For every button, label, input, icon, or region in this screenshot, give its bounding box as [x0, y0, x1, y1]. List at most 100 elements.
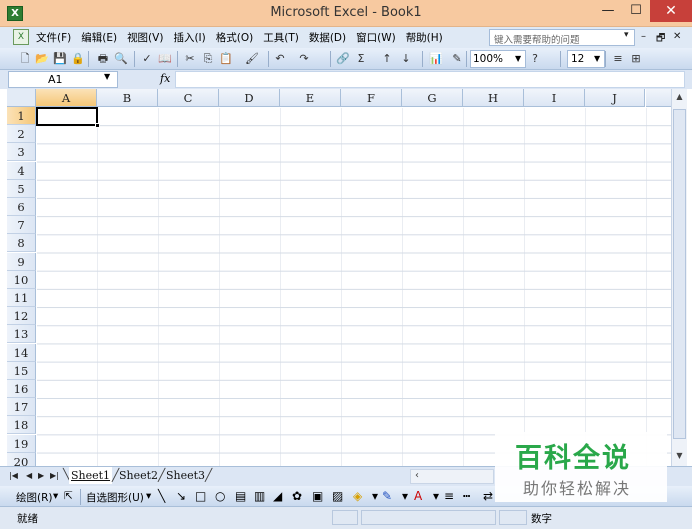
menu-item[interactable]: 文件(F) [36, 30, 71, 45]
open-icon[interactable]: 📂 [34, 51, 50, 67]
merge-icon[interactable]: ⊞ [628, 51, 644, 67]
row-header[interactable]: 7 [7, 216, 36, 235]
line-style-icon[interactable]: ≡ [444, 489, 454, 503]
diagram-icon[interactable]: ✿ [292, 489, 302, 503]
chevron-down-icon[interactable]: ▾ [402, 489, 408, 503]
scroll-up-icon[interactable]: ▲ [672, 92, 687, 106]
horizontal-scrollbar[interactable]: ‹ [410, 469, 494, 484]
permission-icon[interactable]: 🔒 [70, 51, 86, 67]
row-header[interactable]: 1 [7, 107, 36, 125]
menu-item[interactable]: 窗口(W) [356, 30, 396, 45]
help-dropdown-icon[interactable]: ▾ [624, 30, 629, 40]
doc-restore-icon[interactable]: 🗗 [656, 31, 665, 48]
scroll-thumb[interactable] [673, 109, 686, 439]
row-header[interactable]: 17 [7, 398, 36, 417]
select-objects-icon[interactable]: ⇱ [64, 490, 73, 502]
row-header[interactable]: 14 [7, 343, 36, 362]
column-header[interactable]: F [341, 89, 402, 107]
tab-sheet3[interactable]: Sheet3 [166, 467, 205, 484]
row-header[interactable]: 19 [7, 434, 36, 453]
vertical-scrollbar[interactable]: ▲ ▼ [671, 89, 687, 466]
cut-icon[interactable]: ✂ [182, 51, 198, 67]
chevron-down-icon[interactable]: ▾ [433, 489, 439, 503]
menu-item[interactable]: 数据(D) [309, 30, 346, 45]
drawing-icon[interactable]: ✎ [449, 51, 465, 67]
arrow-icon[interactable]: ↘ [176, 489, 186, 503]
minimize-button[interactable]: — [594, 0, 622, 22]
chevron-down-icon[interactable]: ▾ [146, 490, 151, 502]
menu-item[interactable]: 工具(T) [263, 30, 299, 45]
row-header[interactable]: 2 [7, 125, 36, 144]
undo-icon[interactable]: ↶ [272, 51, 288, 67]
select-all-corner[interactable] [7, 89, 36, 107]
redo-icon[interactable]: ↷ [296, 51, 312, 67]
column-header[interactable]: B [97, 89, 158, 107]
font-size-select[interactable]: 12 ▼ [567, 50, 605, 68]
menu-item[interactable]: 格式(O) [216, 30, 253, 45]
row-header[interactable]: 4 [7, 161, 36, 180]
oval-icon[interactable]: ○ [215, 489, 225, 503]
chevron-down-icon[interactable]: ▾ [372, 489, 378, 503]
worksheet-grid[interactable]: ABCDEFGHIJ 1 2 3 4 5 6 7 8 9 10 11 12 13 14 15 16 17 18 19… [7, 89, 671, 466]
row-header[interactable]: 3 [7, 143, 36, 162]
row-header[interactable]: 15 [7, 361, 36, 380]
workbook-icon[interactable]: X [13, 29, 29, 45]
tab-sheet1[interactable]: Sheet1 [69, 467, 113, 484]
line-icon[interactable]: ╲ [158, 489, 165, 503]
arrow-style-icon[interactable]: ⇄ [483, 489, 493, 503]
format-painter-icon[interactable]: 🖌 [244, 51, 260, 67]
new-icon[interactable]: 🗋 [17, 51, 33, 67]
wordart-icon[interactable]: ◢ [273, 489, 282, 503]
print-preview-icon[interactable]: 🔍 [113, 51, 129, 67]
scroll-down-icon[interactable]: ▼ [672, 451, 687, 465]
scroll-left-icon[interactable]: ‹ [415, 470, 419, 481]
row-header[interactable]: 11 [7, 289, 36, 307]
menu-item[interactable]: 帮助(H) [406, 30, 443, 45]
column-header[interactable]: H [463, 89, 524, 107]
chevron-down-icon[interactable]: ▼ [594, 51, 603, 67]
fill-handle[interactable] [95, 123, 100, 128]
print-icon[interactable]: 🖶 [95, 51, 111, 67]
sort-ascending-icon[interactable]: ↑ [379, 51, 395, 67]
chevron-down-icon[interactable]: ▼ [104, 72, 110, 81]
text-box-icon[interactable]: ▤ [235, 489, 246, 503]
row-header[interactable]: 8 [7, 234, 36, 253]
clip-art-icon[interactable]: ▣ [312, 489, 323, 503]
menu-item[interactable]: 插入(I) [173, 30, 205, 45]
autoshapes-button[interactable]: 自选图形(U) [86, 490, 144, 505]
column-header[interactable]: J [585, 89, 645, 107]
line-color-icon[interactable]: ✎ [382, 489, 392, 503]
rectangle-icon[interactable]: □ [195, 489, 206, 503]
row-header[interactable]: 5 [7, 179, 36, 198]
column-header[interactable]: D [219, 89, 280, 107]
row-header[interactable]: 12 [7, 307, 36, 326]
chart-wizard-icon[interactable]: 📊 [428, 51, 444, 67]
first-sheet-icon[interactable]: |◀ [9, 471, 18, 480]
name-box[interactable]: A1 [8, 71, 118, 88]
help-search-input[interactable]: 键入需要帮助的问题 [489, 29, 635, 46]
research-icon[interactable]: 📖 [157, 51, 173, 67]
menu-item[interactable]: 视图(V) [127, 30, 163, 45]
chevron-down-icon[interactable]: ▾ [53, 490, 58, 502]
save-icon[interactable]: 💾 [52, 51, 68, 67]
picture-icon[interactable]: ▨ [332, 489, 343, 503]
row-header[interactable]: 16 [7, 380, 36, 398]
row-header[interactable]: 20 [7, 452, 36, 466]
fill-color-icon[interactable]: ◈ [353, 489, 362, 503]
column-header[interactable]: A [36, 89, 97, 107]
row-header[interactable]: 13 [7, 325, 36, 344]
column-header[interactable]: I [524, 89, 585, 107]
close-button[interactable]: ✕ [650, 0, 692, 22]
column-header[interactable]: E [280, 89, 341, 107]
draw-menu-button[interactable]: 绘图(R) [16, 490, 53, 505]
paste-icon[interactable]: 📋 [218, 51, 234, 67]
doc-minimize-icon[interactable]: – [641, 31, 646, 42]
column-header[interactable]: C [158, 89, 219, 107]
font-color-icon[interactable]: A [414, 489, 422, 503]
menu-item[interactable]: 编辑(E) [81, 30, 117, 45]
column-header[interactable]: G [402, 89, 463, 107]
align-icon[interactable]: ≡ [610, 51, 626, 67]
tab-sheet2[interactable]: Sheet2 [119, 467, 158, 484]
row-header[interactable]: 9 [7, 252, 36, 271]
sort-descending-icon[interactable]: ↓ [398, 51, 414, 67]
